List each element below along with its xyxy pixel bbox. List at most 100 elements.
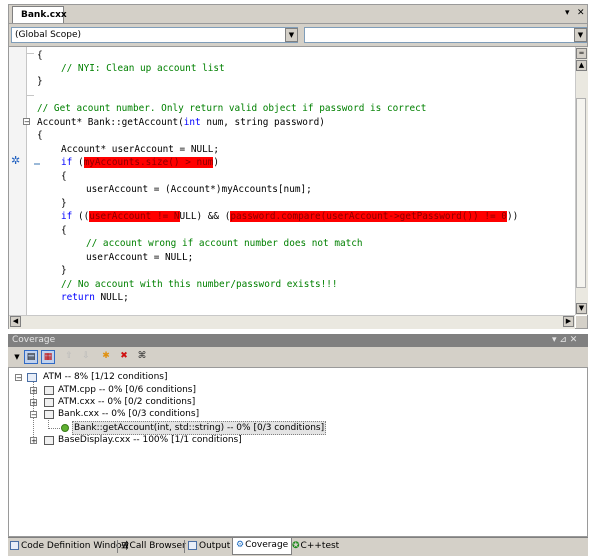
code-text: Account* userAccount = NULL; [61,144,220,155]
code-text: NULL; [94,292,129,303]
coverage-panel-title: Coverage [8,334,588,347]
code-line: } [61,265,67,277]
scroll-down-icon[interactable]: ▼ [576,303,587,314]
code-keyword: if [61,157,73,168]
tree-node-bank-cxx[interactable]: Bank.cxx -- 0% [0/3 conditions] [58,408,199,420]
code-keyword: return [61,292,95,303]
tab-bank-cxx[interactable]: Bank.cxx [12,6,67,23]
tab-label: Code Definition Window [21,541,129,551]
show-details-icon[interactable]: ▦ [41,350,55,364]
collapse-icon[interactable]: − [15,374,22,382]
code-line: // account wrong if account number does … [86,238,363,250]
code-text: userAccount = NULL; [86,252,194,263]
code-text: )) [506,211,519,222]
uncovered-condition-highlight: userAccount != N [89,211,180,222]
tab-cpptest[interactable]: ✪C++test [292,539,339,554]
code-text: Account* Bank::getAccount( [37,117,184,128]
code-text: { [61,225,67,236]
panel-window-controls-icon[interactable]: ▾ ⊿ ✕ [552,335,577,345]
scroll-corner [576,316,587,328]
code-text: ( [72,157,84,168]
tab-list-dropdown-icon[interactable]: ▾ [565,8,570,18]
expand-icon[interactable]: + [30,437,37,445]
tree-node-bank-get-account[interactable]: Bank::getAccount(int, std::string) -- 0%… [72,421,327,435]
uncovered-condition-highlight: myAccounts.size() > num [83,157,214,168]
tab-output[interactable]: Output [188,539,230,554]
output-icon [188,541,197,550]
toolbar-dropdown-icon[interactable]: ▼ [10,351,24,365]
editor-gutter [9,47,27,315]
code-comment: // account wrong if account number does … [86,238,363,249]
close-document-icon[interactable]: ✕ [577,8,585,18]
breakpoint-bug-icon: ✲ [11,154,21,167]
scroll-right-icon[interactable]: ▶ [563,316,574,327]
vertical-scroll-thumb[interactable] [576,98,586,288]
expand-icon[interactable]: + [30,399,37,407]
code-text: } [61,198,67,209]
code-definition-icon [10,541,19,550]
member-combo[interactable] [304,27,587,43]
code-text: ULL) && ( [179,211,231,222]
code-line: // Get acount number. Only return valid … [37,103,426,115]
tree-node-atm[interactable]: ATM -- 8% [1/12 conditions] [43,371,167,383]
member-combo-dropdown-icon[interactable]: ▼ [574,28,587,42]
code-comment: // NYI: Clean up account list [61,63,225,74]
code-line: // NYI: Clean up account list [61,63,225,75]
tab-call-browser[interactable]: ⇶Call Browser [121,539,186,554]
tree-node-atm-cxx[interactable]: ATM.cxx -- 0% [0/2 conditions] [58,396,195,408]
scope-combo-dropdown-icon[interactable]: ▼ [285,28,298,42]
delete-icon[interactable]: ✖ [117,350,131,364]
source-file-icon [44,410,54,419]
collapse-icon[interactable]: − [30,411,37,419]
project-icon [27,373,37,382]
document-tab-strip [9,5,587,24]
code-text: { [61,171,67,182]
scope-combo-value: (Global Scope) [15,30,82,40]
tab-divider [184,540,185,553]
scope-combo[interactable]: (Global Scope) [11,27,298,43]
coverage-marker-icon [34,163,40,165]
code-line: return NULL; [61,292,129,304]
tab-coverage[interactable]: ⚙Coverage [232,538,293,555]
scroll-up-icon[interactable]: ▲ [576,60,587,71]
outline-tick [26,95,34,96]
tab-label: Call Browser [129,541,186,551]
tab-label: Output [199,541,231,551]
settings-grid-icon[interactable]: ✱ [99,350,113,364]
horizontal-scrollbar[interactable] [9,315,575,329]
collapse-function-icon[interactable]: − [23,118,30,126]
coverage-icon: ⚙ [236,540,245,550]
tree-node-atm-cpp[interactable]: ATM.cpp -- 0% [0/6 conditions] [58,384,196,396]
tab-code-definition-window[interactable]: Code Definition Window [10,539,129,554]
tab-label: C++test [300,541,340,551]
code-line: Account* userAccount = NULL; [61,144,219,156]
code-text: } [37,76,43,87]
code-line: } [61,198,67,210]
code-line: Account* Bank::getAccount(int num, strin… [37,117,325,129]
splitter-handle-icon[interactable]: ═ [576,48,587,59]
down-arrow-icon[interactable]: ⇩ [79,350,93,364]
code-text: ) [213,157,220,168]
code-line: } [37,76,43,88]
show-summary-icon[interactable]: ▤ [24,350,38,364]
code-keyword: if [61,211,73,222]
binoculars-icon[interactable]: ⌘ [135,350,149,364]
code-line: userAccount = NULL; [86,252,193,264]
source-file-icon [44,436,54,445]
code-line: { [61,171,67,183]
code-line: if ((userAccount != NULL) && (password.c… [61,211,518,223]
code-text: num, string password) [200,117,325,128]
code-comment: // No account with this number/password … [61,279,338,290]
uncovered-condition-highlight: password.compare(userAccount->getPasswor… [230,211,507,222]
scroll-left-icon[interactable]: ◀ [10,316,21,327]
tab-label: Coverage [245,540,289,550]
expand-icon[interactable]: + [30,387,37,395]
tree-node-base-display[interactable]: BaseDisplay.cxx -- 100% [1/1 conditions] [58,434,242,446]
source-file-icon [44,398,54,407]
tree-connector [48,428,60,429]
source-file-icon [44,386,54,395]
call-browser-icon: ⇶ [121,541,129,551]
function-status-icon [61,424,69,432]
up-arrow-icon[interactable]: ⇧ [62,350,76,364]
code-text: userAccount = (Account*)myAccounts[num]; [86,184,312,195]
